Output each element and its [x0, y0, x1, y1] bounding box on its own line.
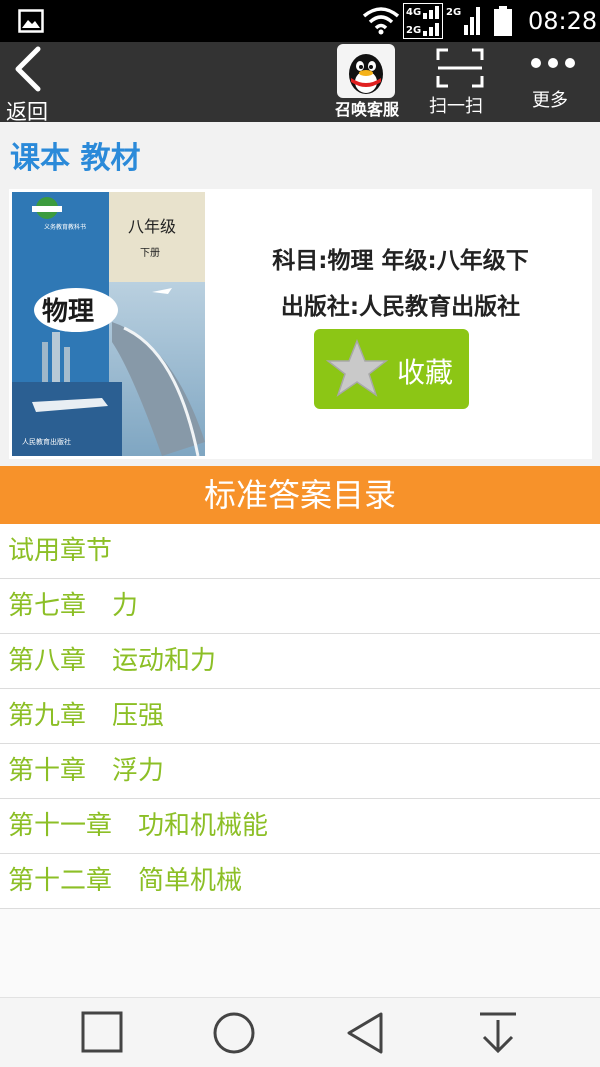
publisher-info: 出版社:人民教育出版社 [280, 294, 521, 320]
scan-icon [436, 48, 484, 88]
chevron-left-icon [15, 46, 41, 92]
customer-service-label: 召唤客服 [335, 100, 400, 119]
action-bar: 返回 召唤客服 扫一扫 更多 [0, 42, 600, 124]
favorite-label: 收藏 [397, 356, 454, 389]
notification-pulldown-icon[interactable] [478, 1011, 518, 1055]
svg-text:人民教育出版社: 人民教育出版社 [22, 437, 71, 446]
gallery-icon [18, 9, 44, 37]
page-title: 课本 教材 [10, 141, 141, 176]
scan-label: 扫一扫 [429, 96, 483, 117]
answers-header: 标准答案目录 [0, 466, 600, 524]
chapter-item-9[interactable]: 第九章 压强 [0, 689, 600, 744]
home-icon[interactable] [212, 1011, 256, 1055]
signal-2g-icon: 2G [446, 3, 484, 43]
empty-area [0, 909, 600, 997]
book-card: 义务教育教科书 八年级 下册 物理 人民教育出版社 科目:物理 年级:八年级下 … [9, 189, 592, 459]
chapter-item-7[interactable]: 第七章 力 [0, 579, 600, 634]
chapter-item-8[interactable]: 第八章 运动和力 [0, 634, 600, 689]
more-button[interactable]: 更多 [520, 42, 590, 122]
battery-icon [493, 6, 513, 40]
chapter-item-10[interactable]: 第十章 浮力 [0, 744, 600, 799]
clock: 08:28 [528, 7, 598, 35]
signal-4g-2g-icon: 4G 2G [403, 3, 443, 43]
subject-grade-info: 科目:物理 年级:八年级下 [272, 248, 529, 274]
net-tag-2g: 2G [406, 25, 421, 36]
more-dots-icon [531, 58, 575, 68]
recent-apps-icon[interactable] [81, 1011, 123, 1053]
customer-service-button[interactable]: 召唤客服 [333, 44, 399, 120]
net-tag-4g: 4G [406, 7, 421, 18]
status-bar: 4G 2G 2G 08:28 [0, 0, 600, 42]
wifi-icon [362, 6, 400, 40]
favorite-button[interactable]: 收藏 [314, 329, 469, 409]
chapter-list: 试用章节 第七章 力 第八章 运动和力 第九章 压强 第十章 浮力 第十一章 功… [0, 524, 600, 909]
qq-penguin-icon [337, 44, 395, 98]
scan-button[interactable]: 扫一扫 [424, 42, 498, 122]
system-nav-bar [0, 997, 600, 1067]
svg-text:义务教育教科书: 义务教育教科书 [44, 223, 86, 231]
net-tag-2g-b: 2G [446, 7, 461, 18]
book-cover-image[interactable]: 义务教育教科书 八年级 下册 物理 人民教育出版社 [12, 192, 205, 456]
back-button[interactable]: 返回 [0, 42, 70, 124]
chapter-item-12[interactable]: 第十二章 简单机械 [0, 854, 600, 909]
back-label: 返回 [6, 100, 48, 124]
star-icon [325, 338, 389, 397]
back-triangle-icon[interactable] [345, 1011, 385, 1055]
chapter-item-trial[interactable]: 试用章节 [0, 524, 600, 579]
chapter-item-11[interactable]: 第十一章 功和机械能 [0, 799, 600, 854]
cover-grade: 八年级 [128, 217, 176, 236]
more-label: 更多 [532, 90, 568, 111]
